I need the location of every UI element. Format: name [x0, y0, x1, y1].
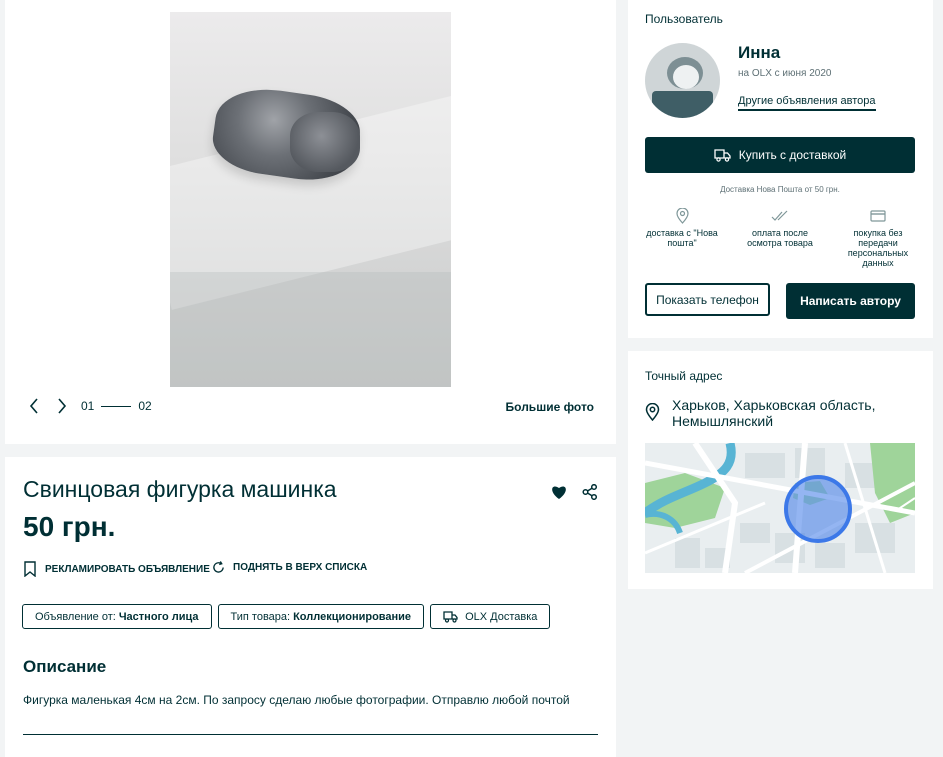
- address-card: Точный адрес Харьков, Харьковская област…: [628, 351, 933, 589]
- other-ads-link[interactable]: Другие объявления автора: [738, 95, 876, 111]
- section-divider: [23, 734, 598, 735]
- delivery-note: Доставка Нова Пошта от 50 грн.: [720, 185, 840, 194]
- show-phone-button[interactable]: Показать телефон: [645, 283, 770, 316]
- listing-details: Свинцовая фигурка машинка 50 грн. РЕКЛАМ…: [5, 457, 616, 757]
- tag-value: Коллекционирование: [293, 610, 412, 623]
- heart-icon: [552, 486, 566, 499]
- tag-label: OLX Доставка: [465, 610, 538, 623]
- photo-counter-current: 01: [81, 399, 95, 413]
- photo-bag-shadow: [170, 272, 451, 387]
- seller-name: Инна: [738, 43, 781, 62]
- double-check-icon: [771, 210, 788, 221]
- feature-nova-poshta: доставка с "Нова пошта": [639, 207, 725, 248]
- write-author-button[interactable]: Написать автору: [786, 283, 915, 319]
- feature-payment-after-inspection: оплата после осмотра товара: [737, 207, 823, 248]
- tag-label: Тип товара:: [230, 610, 291, 623]
- feature-text: покупка без передачи персональных данных: [847, 228, 909, 268]
- feature-text: доставка с "Нова пошта": [646, 228, 718, 248]
- map-graphic: [645, 443, 915, 573]
- listing-price: 50 грн.: [23, 511, 116, 542]
- buy-with-delivery-button[interactable]: Купить с доставкой: [645, 137, 915, 173]
- avatar-body: [652, 91, 713, 118]
- address-heading: Точный адрес: [645, 369, 723, 383]
- photo-counter-total: 02: [138, 399, 152, 413]
- location-pin-icon: [675, 207, 689, 224]
- buy-with-delivery-label: Купить с доставкой: [738, 148, 847, 162]
- address-location: Харьков, Харьковская область, Немышлянск…: [645, 397, 912, 429]
- tag-olx-delivery[interactable]: OLX Доставка: [430, 604, 551, 629]
- feature-text: оплата после осмотра товара: [747, 228, 813, 248]
- chevron-left-icon: [29, 398, 38, 414]
- photo-gallery: 01 02 Большие фото: [5, 0, 616, 444]
- address-text: Харьков, Харьковская область, Немышлянск…: [672, 397, 876, 429]
- prev-photo-button[interactable]: [25, 397, 43, 415]
- tag-value: Частного лица: [118, 610, 199, 623]
- tag-label: Объявление от:: [35, 610, 116, 623]
- raise-ad-label: ПОДНЯТЬ В ВЕРХ СПИСКА: [233, 562, 368, 573]
- promote-ad-button[interactable]: РЕКЛАМИРОВАТЬ ОБЪЯВЛЕНИЕ: [23, 561, 210, 577]
- share-icon: [582, 483, 598, 501]
- lead-figure-part: [290, 112, 360, 172]
- avatar[interactable]: [645, 43, 720, 118]
- tag-product-type[interactable]: Тип товара: Коллекционирование: [217, 604, 425, 629]
- gallery-navigation: 01 02: [25, 397, 152, 415]
- favorite-button[interactable]: [550, 484, 568, 505]
- seller-card: Пользователь Инна на OLX с июня 2020 Дру…: [628, 0, 933, 338]
- avatar-face: [673, 65, 699, 89]
- raise-ad-button[interactable]: ПОДНЯТЬ В ВЕРХ СПИСКА: [212, 561, 367, 574]
- feature-no-personal-data: покупка без передачи персональных данных: [835, 207, 921, 268]
- big-photo-link[interactable]: Большие фото: [506, 400, 594, 414]
- listing-photo[interactable]: [170, 12, 451, 387]
- description-heading: Описание: [23, 657, 107, 676]
- chevron-right-icon: [58, 398, 67, 414]
- refresh-icon: [213, 561, 224, 573]
- photo-counter-divider: [101, 405, 132, 407]
- share-button[interactable]: [582, 483, 598, 505]
- seller-since: на OLX с июня 2020: [738, 68, 832, 79]
- bookmark-icon: [24, 561, 36, 577]
- description-text: Фигурка маленькая 4см на 2см. По запросу…: [23, 693, 570, 707]
- credit-card-icon: [870, 209, 886, 222]
- tag-seller-type[interactable]: Объявление от: Частного лица: [22, 604, 212, 629]
- listing-tags: Объявление от: Частного лица Тип товара:…: [22, 604, 551, 629]
- truck-icon: [714, 148, 731, 162]
- listing-title: Свинцовая фигурка машинка: [23, 476, 337, 502]
- next-photo-button[interactable]: [53, 397, 71, 415]
- location-pin-icon: [645, 403, 660, 421]
- location-map[interactable]: [645, 443, 915, 573]
- promote-ad-label: РЕКЛАМИРОВАТЬ ОБЪЯВЛЕНИЕ: [45, 563, 210, 575]
- seller-heading: Пользователь: [645, 12, 723, 26]
- truck-icon: [443, 610, 458, 623]
